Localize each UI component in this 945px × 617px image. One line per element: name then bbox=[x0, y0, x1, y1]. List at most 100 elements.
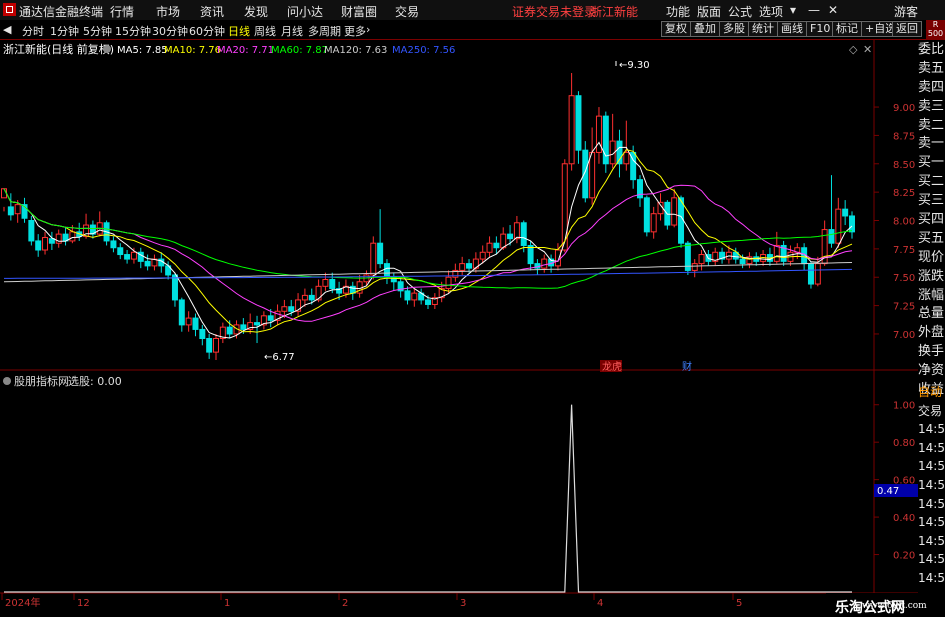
event-finance[interactable]: 财 bbox=[682, 360, 692, 373]
candle-body bbox=[144, 260, 151, 267]
indicator-name: 股朋指标网 bbox=[14, 374, 69, 388]
candle-body bbox=[842, 208, 849, 217]
quote-label: 涨跌 bbox=[918, 268, 945, 284]
price-label: 8.50 bbox=[893, 160, 915, 171]
candle-body bbox=[835, 208, 842, 244]
r-badge[interactable]: R 500 bbox=[926, 20, 945, 39]
sub-legend-icon[interactable] bbox=[3, 377, 11, 385]
candle-body bbox=[650, 213, 657, 233]
quote-label: 卖五 bbox=[918, 60, 945, 76]
tab-weekly[interactable]: 周线 bbox=[254, 23, 276, 39]
time-label: 2 bbox=[342, 598, 348, 609]
tab-intraday[interactable]: 分时 bbox=[22, 23, 44, 39]
candle-body bbox=[623, 151, 630, 165]
time-axis: 2024年 12 1 2 3 4 5 bbox=[1, 593, 742, 609]
candle-body bbox=[493, 242, 500, 249]
tab-30min[interactable]: 30分钟 bbox=[152, 23, 188, 39]
candle-body bbox=[849, 215, 855, 233]
tab-15min[interactable]: 15分钟 bbox=[115, 23, 151, 39]
price-label: 7.75 bbox=[893, 245, 915, 256]
candle-body bbox=[486, 242, 493, 253]
candle-body bbox=[643, 197, 650, 233]
candle-body bbox=[240, 324, 247, 330]
quote-label: 总量 bbox=[918, 306, 945, 322]
tab-60min[interactable]: 60分钟 bbox=[189, 23, 225, 39]
tab-1min[interactable]: 1分钟 bbox=[50, 23, 79, 39]
crosshair-value: 0.47 bbox=[877, 486, 899, 497]
candlesticks bbox=[1, 73, 855, 361]
stats-button[interactable]: 统计 bbox=[748, 21, 778, 37]
diamond-icon[interactable]: ◇ bbox=[849, 43, 858, 56]
menu-ask[interactable]: 问小达 bbox=[287, 3, 323, 20]
candle-body bbox=[206, 338, 213, 353]
candle-body bbox=[589, 151, 596, 199]
more-chevron-icon[interactable]: › bbox=[366, 23, 370, 36]
tab-5min[interactable]: 5分钟 bbox=[83, 23, 112, 39]
dropdown-icon[interactable]: ▾ bbox=[790, 3, 796, 17]
menu-quotes[interactable]: 行情 bbox=[110, 3, 134, 20]
auto-trade-label[interactable]: 自动 bbox=[918, 383, 945, 402]
candle-body bbox=[199, 328, 206, 340]
ma-legend-item: MA250: 7.56 bbox=[392, 45, 455, 56]
draw-line-button[interactable]: 画线 bbox=[777, 21, 807, 37]
tick-time: 14:56 bbox=[918, 496, 945, 511]
menu-discover[interactable]: 发现 bbox=[244, 3, 268, 20]
candle-body bbox=[315, 285, 322, 301]
close-icon[interactable]: ✕ bbox=[828, 3, 838, 17]
menu-function[interactable]: 功能 bbox=[666, 3, 690, 20]
tab-monthly[interactable]: 月线 bbox=[281, 23, 303, 39]
candle-body bbox=[1, 188, 7, 199]
overlay-button[interactable]: 叠加 bbox=[690, 21, 720, 37]
quote-label: 卖二 bbox=[918, 117, 945, 133]
multi-stock-button[interactable]: 多股 bbox=[719, 21, 749, 37]
tick-time: 14:56 bbox=[918, 533, 945, 548]
tab-more[interactable]: 更多 bbox=[344, 23, 366, 39]
candle-body bbox=[445, 276, 452, 290]
menu-trade[interactable]: 交易 bbox=[395, 3, 419, 20]
candle-body bbox=[807, 263, 814, 285]
period-toolbar: ◀ 分时 1分钟 5分钟 15分钟 30分钟 60分钟 日线 周线 月线 多周期… bbox=[0, 20, 945, 40]
quote-label: 买一 bbox=[918, 155, 945, 171]
close-panel-icon[interactable]: ✕ bbox=[863, 43, 872, 56]
menu-layout[interactable]: 版面 bbox=[697, 3, 721, 20]
guest-user[interactable]: 游客 bbox=[894, 3, 918, 20]
price-label: 7.50 bbox=[893, 273, 915, 284]
menu-wealth[interactable]: 财富圈 bbox=[341, 3, 377, 20]
candle-body bbox=[185, 317, 192, 326]
price-label: 8.00 bbox=[893, 217, 915, 228]
menu-formula[interactable]: 公式 bbox=[728, 3, 752, 20]
menu-market[interactable]: 市场 bbox=[156, 3, 180, 20]
candle-body bbox=[425, 299, 431, 305]
candle-body bbox=[479, 251, 486, 260]
f10-button[interactable]: F10 bbox=[806, 21, 835, 37]
tab-daily[interactable]: 日线 bbox=[228, 23, 250, 39]
legend-settings-icon[interactable] bbox=[103, 45, 111, 53]
candle-body bbox=[466, 263, 473, 269]
mark-button[interactable]: 标记 bbox=[832, 21, 862, 37]
tab-multi-period[interactable]: 多周期 bbox=[308, 23, 341, 39]
kline-chart[interactable]: 浙江新能(日线 前复权) MA5: 7.85MA10: 7.76MA20: 7.… bbox=[0, 40, 918, 609]
candle-body bbox=[527, 244, 534, 265]
time-label: 1 bbox=[224, 598, 230, 609]
badge-letter: R bbox=[932, 20, 939, 29]
candle-body bbox=[568, 95, 575, 165]
quote-label: 卖一 bbox=[918, 136, 945, 152]
candle-body bbox=[28, 220, 35, 242]
quote-label: 买三 bbox=[918, 193, 945, 209]
menu-news[interactable]: 资讯 bbox=[200, 3, 224, 20]
menu-options[interactable]: 选项 bbox=[759, 3, 783, 20]
indicator-value: 选股: 0.00 bbox=[68, 375, 122, 388]
minimize-icon[interactable]: — bbox=[808, 3, 820, 17]
auto-trade-label[interactable]: 交易 bbox=[918, 402, 945, 421]
candle-body bbox=[226, 326, 233, 335]
adjust-button[interactable]: 复权 bbox=[661, 21, 691, 37]
candle-body bbox=[370, 242, 377, 276]
candle-body bbox=[377, 242, 384, 265]
tick-panel: 自动交易14:5614:5614:5614:5614:5614:5614:561… bbox=[918, 383, 945, 588]
event-lhb[interactable]: 龙虎 bbox=[602, 360, 622, 373]
back-button[interactable]: 返回 bbox=[892, 21, 922, 37]
menu-bar: 通达信金融终端 行情 市场 资讯 发现 问小达 财富圈 交易 证券交易未登录 浙… bbox=[0, 0, 945, 21]
candle-body bbox=[513, 222, 520, 240]
period-play-icon[interactable]: ◀ bbox=[3, 23, 11, 36]
login-status[interactable]: 证券交易未登录 bbox=[512, 3, 596, 20]
